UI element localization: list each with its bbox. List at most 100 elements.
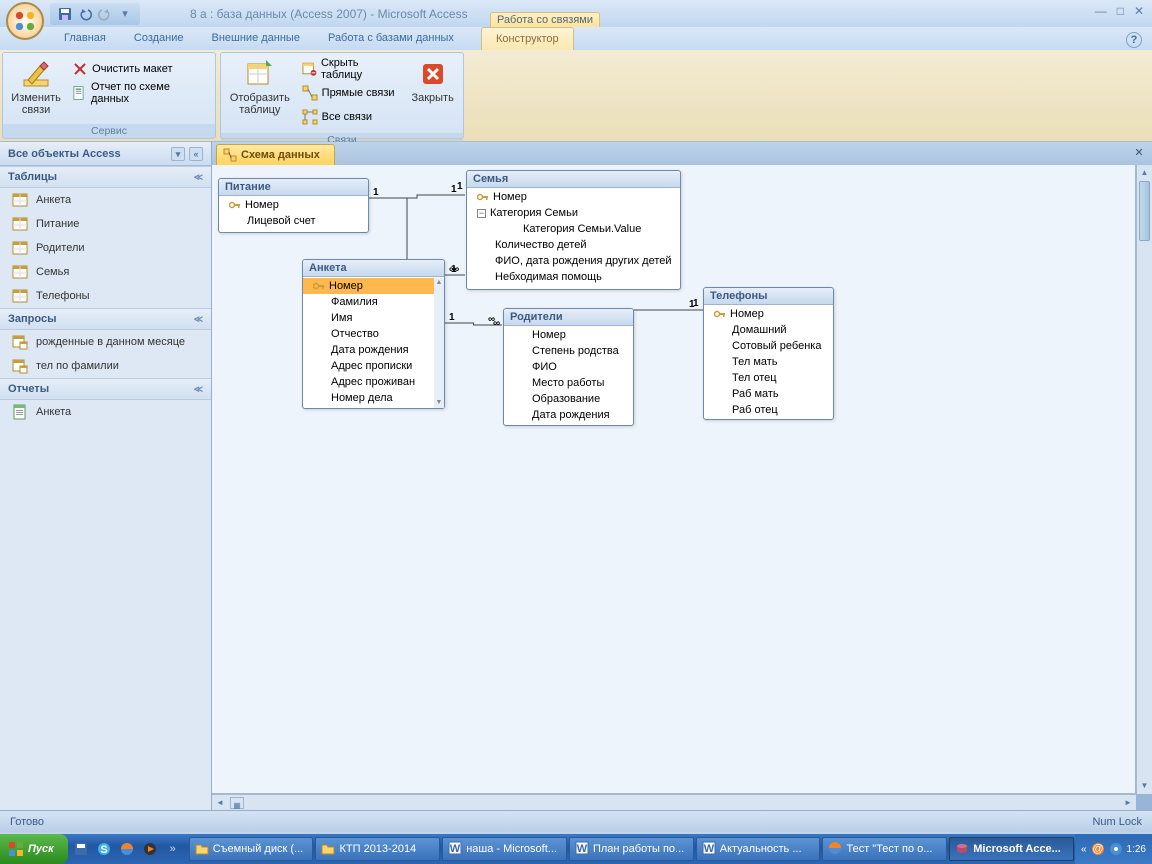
save-icon[interactable]	[56, 5, 74, 23]
scroll-up-icon[interactable]: ▲	[1137, 165, 1152, 181]
horizontal-scrollbar[interactable]: ◄ ▦ ►	[212, 794, 1136, 810]
hide-table-button[interactable]: Скрыть таблицу	[298, 58, 404, 80]
table-field[interactable]: Небходимая помощь	[467, 269, 680, 285]
tab-design[interactable]: Конструктор	[481, 27, 574, 50]
direct-relationships-button[interactable]: Прямые связи	[298, 82, 404, 104]
tray-clock[interactable]: 1:26	[1127, 844, 1146, 855]
table-field[interactable]: Номер	[704, 306, 833, 322]
table-field[interactable]: Адрес прописки	[303, 358, 444, 374]
ql-skype-icon[interactable]: S	[93, 838, 115, 860]
taskbar-button[interactable]: WПлан работы по...	[569, 837, 694, 861]
table-field[interactable]: Категория Семьи.Value	[467, 221, 680, 237]
nav-item[interactable]: Анкета	[0, 188, 211, 212]
relationships-canvas[interactable]: 11∞∞11∞1∞1∞1 ПитаниеНомерЛицевой счетАнк…	[212, 165, 1136, 794]
table-header[interactable]: Питание	[219, 179, 368, 196]
ql-expand-icon[interactable]: »	[162, 838, 184, 860]
tab-home[interactable]: Главная	[50, 27, 120, 50]
office-button[interactable]	[6, 2, 44, 40]
taskbar-button[interactable]: КТП 2013-2014	[315, 837, 440, 861]
table-pitanie[interactable]: ПитаниеНомерЛицевой счет	[218, 178, 369, 233]
nav-dropdown-icon[interactable]: ▾	[171, 147, 185, 161]
table-field[interactable]: Сотовый ребенка	[704, 338, 833, 354]
nav-item[interactable]: Родители	[0, 236, 211, 260]
qat-dropdown-icon[interactable]: ▾	[116, 5, 134, 23]
close-button[interactable]: Закрыть	[407, 56, 458, 106]
table-anketa[interactable]: АнкетаНомерФамилияИмяОтчествоДата рожден…	[302, 259, 445, 409]
table-field[interactable]: ФИО, дата рождения других детей	[467, 253, 680, 269]
table-field[interactable]: Раб мать	[704, 386, 833, 402]
nav-collapse-icon[interactable]: «	[189, 147, 203, 161]
ql-firefox-icon[interactable]	[116, 838, 138, 860]
table-field[interactable]: Домашний	[704, 322, 833, 338]
tray-expand-icon[interactable]: «	[1081, 844, 1087, 855]
scroll-thumb[interactable]	[1139, 181, 1150, 241]
table-field[interactable]: Раб отец	[704, 402, 833, 418]
ql-save-icon[interactable]	[70, 838, 92, 860]
table-header[interactable]: Телефоны	[704, 288, 833, 305]
scroll-right-icon[interactable]: ►	[1120, 795, 1136, 811]
taskbar-button[interactable]: WАктуальность ...	[696, 837, 821, 861]
table-field[interactable]: Номер	[303, 278, 444, 294]
table-field[interactable]: Место работы	[504, 375, 633, 391]
nav-pane-header[interactable]: Все объекты Access ▾ «	[0, 142, 211, 166]
minimize-button[interactable]: —	[1095, 4, 1107, 18]
relationship-report-button[interactable]: Отчет по схеме данных	[68, 82, 206, 104]
table-field[interactable]: Номер	[467, 189, 680, 205]
scroll-down-icon[interactable]: ▼	[1137, 778, 1152, 794]
close-button[interactable]: ✕	[1134, 4, 1144, 18]
show-table-button[interactable]: Отобразить таблицу	[226, 56, 294, 118]
table-field[interactable]: Образование	[504, 391, 633, 407]
vertical-scrollbar[interactable]: ▲ ▼	[1136, 165, 1152, 794]
undo-icon[interactable]	[76, 5, 94, 23]
table-field[interactable]: Адрес проживан	[303, 374, 444, 390]
nav-item[interactable]: Анкета	[0, 400, 211, 424]
record-selector-icon[interactable]: ▦	[230, 797, 244, 809]
tab-external-data[interactable]: Внешние данные	[198, 27, 314, 50]
system-tray[interactable]: « @ 1:26	[1075, 834, 1152, 864]
table-field[interactable]: Количество детей	[467, 237, 680, 253]
table-scrollbar[interactable]: ▲▼	[434, 278, 444, 408]
table-field[interactable]: Фамилия	[303, 294, 444, 310]
taskbar-button[interactable]: Съемный диск (...	[189, 837, 314, 861]
maximize-button[interactable]: □	[1117, 4, 1124, 18]
table-field[interactable]: Тел мать	[704, 354, 833, 370]
table-header[interactable]: Семья	[467, 171, 680, 188]
tab-create[interactable]: Создание	[120, 27, 198, 50]
nav-group-header[interactable]: Отчеты≪	[0, 378, 211, 400]
table-field[interactable]: Номер	[219, 197, 368, 213]
tray-network-icon[interactable]	[1109, 842, 1123, 856]
edit-relationships-button[interactable]: Изменить связи	[8, 56, 64, 118]
doc-tab-close-icon[interactable]: ✕	[1132, 146, 1146, 160]
doc-tab-schema[interactable]: Схема данных	[216, 144, 335, 165]
nav-item[interactable]: Семья	[0, 260, 211, 284]
start-button[interactable]: Пуск	[0, 834, 68, 864]
tab-database-tools[interactable]: Работа с базами данных	[314, 27, 468, 50]
redo-icon[interactable]	[96, 5, 114, 23]
table-field[interactable]: −Категория Семьи	[467, 205, 680, 221]
nav-item[interactable]: тел по фамилии	[0, 354, 211, 378]
nav-item[interactable]: Питание	[0, 212, 211, 236]
table-field[interactable]: Тел отец	[704, 370, 833, 386]
table-field[interactable]: Отчество	[303, 326, 444, 342]
table-field[interactable]: Степень родства	[504, 343, 633, 359]
table-field[interactable]: ФИО	[504, 359, 633, 375]
table-field[interactable]: Имя	[303, 310, 444, 326]
nav-group-header[interactable]: Таблицы≪	[0, 166, 211, 188]
table-field[interactable]: Номер	[504, 327, 633, 343]
table-header[interactable]: Родители	[504, 309, 633, 326]
table-field[interactable]: Номер дела	[303, 390, 444, 406]
tray-app-icon[interactable]: @	[1091, 842, 1105, 856]
table-field[interactable]: Дата рождения	[303, 342, 444, 358]
table-telefony[interactable]: ТелефоныНомерДомашнийСотовый ребенкаТел …	[703, 287, 834, 420]
taskbar-button[interactable]: Тест "Тест по о...	[822, 837, 947, 861]
table-roditeli[interactable]: РодителиНомерСтепень родстваФИОМесто раб…	[503, 308, 634, 426]
help-icon[interactable]: ?	[1126, 32, 1142, 48]
table-field[interactable]: Лицевой счет	[219, 213, 368, 229]
nav-group-header[interactable]: Запросы≪	[0, 308, 211, 330]
table-header[interactable]: Анкета	[303, 260, 444, 277]
nav-item[interactable]: Телефоны	[0, 284, 211, 308]
ql-media-icon[interactable]	[139, 838, 161, 860]
nav-item[interactable]: рожденные в данном месяце	[0, 330, 211, 354]
table-semya[interactable]: СемьяНомер−Категория СемьиКатегория Семь…	[466, 170, 681, 290]
taskbar-button[interactable]: Wнаша - Microsoft...	[442, 837, 567, 861]
